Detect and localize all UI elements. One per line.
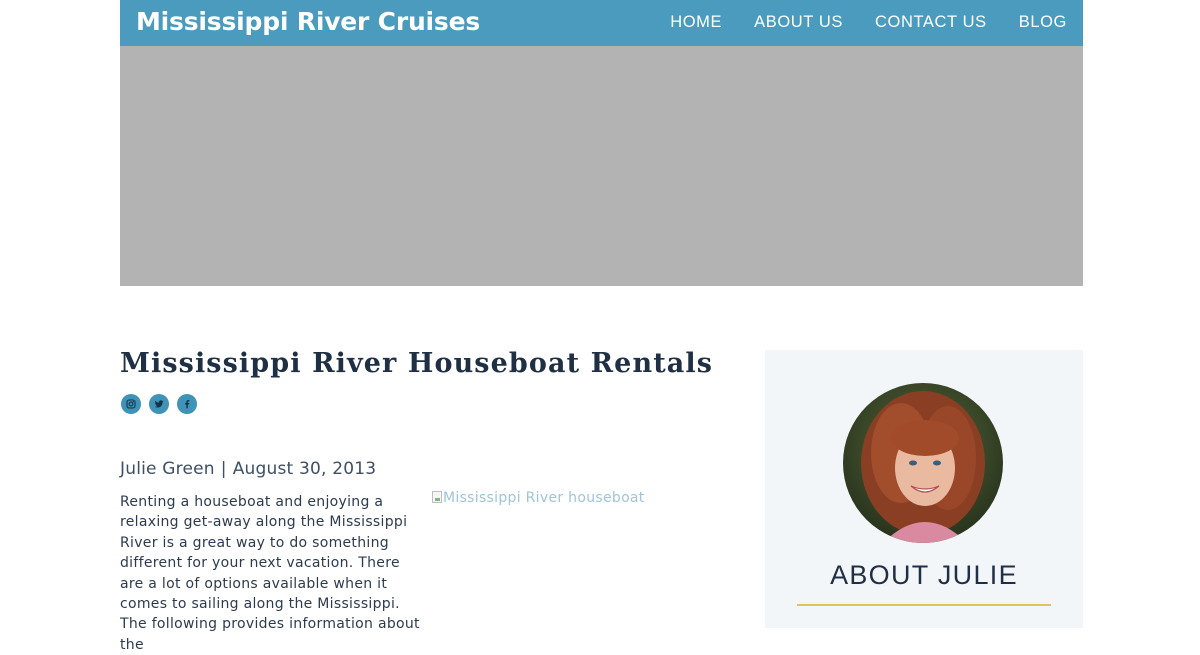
byline-separator: |: [220, 459, 227, 479]
nav-blog[interactable]: BLOG: [1019, 13, 1067, 32]
main-nav: HOME ABOUT US CONTACT US BLOG: [670, 13, 1067, 32]
sidebar-heading: ABOUT JULIE: [830, 560, 1018, 590]
nav-contact-us[interactable]: CONTACT US: [875, 13, 987, 32]
site-title-link[interactable]: Mississippi River Cruises: [136, 7, 480, 36]
post-byline: Julie Green | August 30, 2013: [120, 459, 376, 479]
post-body: Renting a houseboat and enjoying a relax…: [120, 494, 420, 653]
post-author[interactable]: Julie Green: [120, 459, 215, 479]
about-sidebar: ABOUT JULIE: [765, 350, 1083, 628]
social-links: [121, 394, 197, 414]
nav-home[interactable]: HOME: [670, 13, 722, 32]
site-header: Mississippi River Cruises HOME ABOUT US …: [120, 0, 1083, 46]
post-image-alt: Mississippi River houseboat: [443, 490, 645, 506]
author-avatar: [843, 383, 1003, 543]
twitter-icon[interactable]: [149, 394, 169, 414]
post-date: August 30, 2013: [232, 459, 377, 479]
broken-image-icon: [432, 491, 442, 503]
sidebar-divider: [797, 604, 1051, 606]
post-image-broken: Mississippi River houseboat: [432, 490, 645, 506]
post-title: Mississippi River Houseboat Rentals: [120, 348, 714, 379]
instagram-icon[interactable]: [121, 394, 141, 414]
facebook-icon[interactable]: [177, 394, 197, 414]
hero-image-placeholder: [120, 46, 1083, 286]
nav-about-us[interactable]: ABOUT US: [754, 13, 843, 32]
